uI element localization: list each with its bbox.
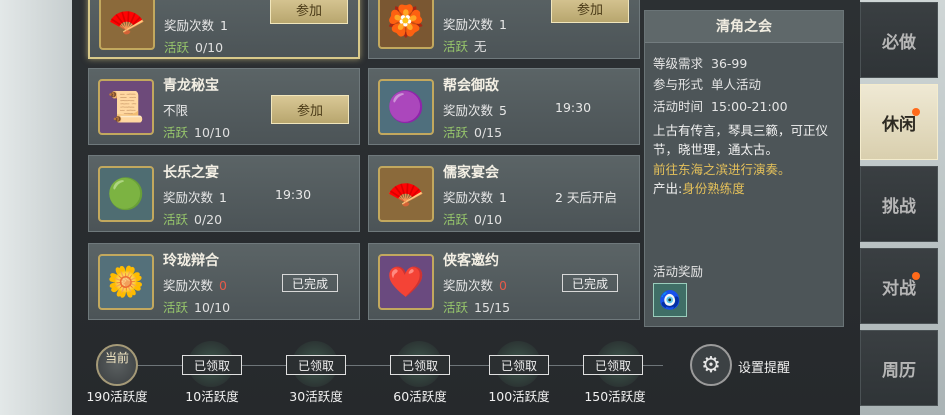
activity-card-6[interactable]: 🪭 儒家宴会 奖励次数 1 2 天后开启 活跃 0/10 — [368, 155, 640, 232]
active-value: 活跃 0/10 — [164, 40, 224, 55]
active-value: 活跃 0/15 — [443, 125, 503, 140]
activity-name: 玲珑辩合 — [163, 253, 219, 269]
reward-count: 奖励次数 0 — [443, 278, 507, 293]
heart-icon: ❤️ — [378, 254, 434, 310]
tab-leisure[interactable]: 休闲 — [860, 84, 938, 160]
milestone-claimed-4[interactable]: 已领取 — [489, 355, 549, 375]
activity-card-3[interactable]: 📜 青龙秘宝 不限 活跃 10/10 参加 — [88, 68, 360, 145]
active-value: 活跃 0/10 — [443, 212, 503, 227]
activity-name: 儒家宴会 — [443, 165, 499, 181]
milestone-label-5: 150活跃度 — [584, 389, 646, 404]
milestone-label-3: 60活跃度 — [393, 389, 447, 404]
activity-name: 帮会御敌 — [443, 78, 499, 94]
active-value: 活跃 15/15 — [443, 300, 511, 315]
activity-card-5[interactable]: 🟢 长乐之宴 奖励次数 1 19:30 活跃 0/20 — [88, 155, 360, 232]
reward-item-icon[interactable]: 🧿 — [653, 283, 687, 317]
flower-icon: 🌼 — [98, 254, 154, 310]
activity-card-1[interactable]: 🪭 奖励次数 1 活跃 0/10 参加 — [88, 0, 360, 59]
current-activity-orb: 当前 — [96, 344, 138, 386]
activity-name: 长乐之宴 — [163, 165, 219, 181]
milestone-claimed-3[interactable]: 已领取 — [390, 355, 450, 375]
completed-badge: 已完成 — [562, 274, 618, 292]
activity-time: 活动时间 15:00-21:00 — [653, 99, 788, 114]
reward-count: 奖励次数 1 — [443, 17, 507, 32]
fan-icon: 🪭 — [99, 0, 155, 50]
activity-card-4[interactable]: 🟣 帮会御敌 奖励次数 5 19:30 活跃 0/15 — [368, 68, 640, 145]
fan-icon: 🪭 — [378, 166, 434, 222]
active-value: 活跃 10/10 — [163, 300, 231, 315]
scroll-icon: 📜 — [98, 79, 154, 135]
active-value: 活跃 10/10 — [163, 125, 231, 140]
activity-name: 侠客邀约 — [443, 253, 499, 269]
reward-count: 不限 — [163, 103, 189, 118]
participation-form: 参与形式 单人活动 — [653, 77, 762, 92]
notification-dot — [912, 108, 920, 116]
portrait-icon: 🏵️ — [378, 0, 434, 49]
activity-time: 2 天后开启 — [555, 190, 617, 205]
reward-count: 奖励次数 1 — [443, 190, 507, 205]
settings-reminder-button[interactable]: 设置提醒 — [738, 357, 790, 376]
activity-card-7[interactable]: 🌼 玲珑辩合 奖励次数 0 已完成 活跃 10/10 — [88, 243, 360, 320]
reward-count: 奖励次数 1 — [164, 18, 228, 33]
reward-count: 奖励次数 0 — [163, 278, 227, 293]
tab-challenge[interactable]: 挑战 — [860, 166, 938, 242]
milestone-label-4: 100活跃度 — [488, 389, 550, 404]
level-requirement: 等级需求 36-99 — [653, 56, 748, 71]
milestone-claimed-5[interactable]: 已领取 — [583, 355, 643, 375]
active-value: 活跃无 — [443, 39, 487, 54]
completed-badge: 已完成 — [282, 274, 338, 292]
detail-hint: 前往东海之滨进行演奏。 — [653, 162, 791, 177]
milestone-label-1: 10活跃度 — [185, 389, 239, 404]
jade-icon: 🟢 — [98, 166, 154, 222]
activity-time: 19:30 — [555, 100, 592, 115]
tab-battle[interactable]: 对战 — [860, 248, 938, 324]
activity-card-8[interactable]: ❤️ 侠客邀约 奖励次数 0 已完成 活跃 15/15 — [368, 243, 640, 320]
activity-name: 青龙秘宝 — [163, 78, 219, 94]
tab-required[interactable]: 必做 — [860, 2, 938, 78]
active-value: 活跃 0/20 — [163, 212, 223, 227]
current-activity-value: 190活跃度 — [86, 389, 148, 404]
detail-title: 清角之会 — [645, 11, 843, 43]
detail-description: 上古有传言，琴具三籁，可正仪节，晓世理，通太古。 — [653, 123, 829, 157]
join-button[interactable]: 参加 — [551, 0, 629, 23]
activity-time: 19:30 — [275, 187, 312, 202]
milestone-label-2: 30活跃度 — [289, 389, 343, 404]
join-button[interactable]: 参加 — [271, 95, 349, 124]
detail-output: 产出:身份熟练度 — [653, 181, 745, 196]
background-fog — [0, 0, 72, 415]
reward-label: 活动奖励 — [653, 264, 704, 279]
notification-dot — [912, 272, 920, 280]
tab-calendar[interactable]: 周历 — [860, 330, 938, 406]
gear-icon[interactable]: ⚙ — [690, 344, 732, 386]
spirit-icon: 🟣 — [378, 79, 434, 135]
milestone-claimed-1[interactable]: 已领取 — [182, 355, 242, 375]
milestone-claimed-2[interactable]: 已领取 — [286, 355, 346, 375]
activity-detail-panel: 清角之会 等级需求 36-99 参与形式 单人活动 活动时间 15:00-21:00 … — [644, 10, 844, 327]
reward-count: 奖励次数 5 — [443, 103, 507, 118]
activity-card-2[interactable]: 🏵️ 奖励次数 1 活跃无 参加 — [368, 0, 640, 59]
reward-count: 奖励次数 1 — [163, 190, 227, 205]
join-button[interactable]: 参加 — [270, 0, 348, 24]
